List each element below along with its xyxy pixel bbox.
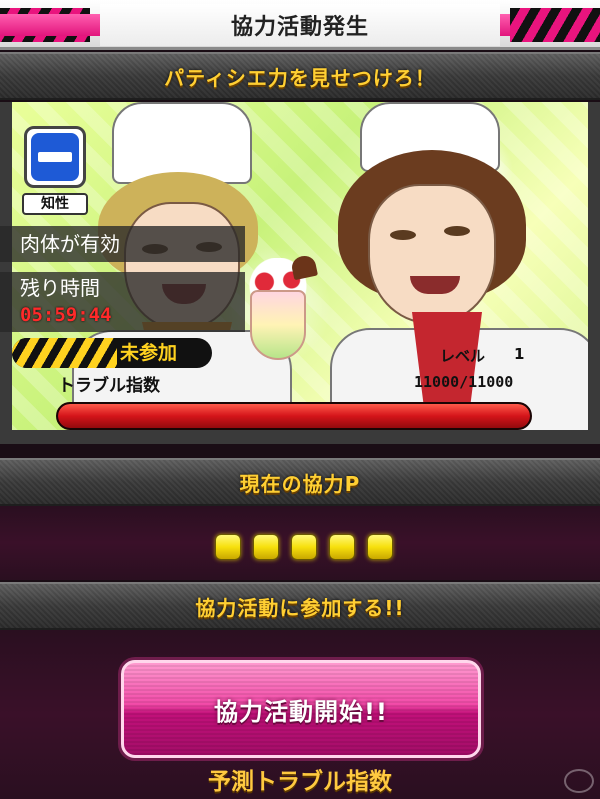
coop-point-pip — [329, 534, 355, 560]
intellect-no-entry-icon — [24, 126, 86, 188]
trouble-index-bar — [56, 402, 532, 430]
time-label: 残り時間 — [20, 276, 100, 300]
right-chef-face — [368, 184, 496, 324]
coop-points-title: 現在の協力P — [239, 471, 361, 496]
coop-point-pip — [253, 534, 279, 560]
trouble-index-bar-fill — [58, 404, 530, 428]
header-stripe-right — [510, 8, 600, 42]
attribute-icon-bar — [38, 152, 72, 162]
coop-point-pip — [367, 534, 393, 560]
forecast-trouble-label: 予測トラブル指数 — [208, 769, 392, 795]
coop-points-header: 現在の協力P — [0, 458, 600, 506]
page-title: 協力活動発生 — [230, 15, 369, 40]
level-label: レベル — [440, 347, 486, 365]
trouble-index-value: 11000/11000 — [414, 373, 514, 391]
event-title: パティシエ力を見せつけろ！ — [164, 65, 436, 90]
effect-strip: 肉体が有効 — [0, 226, 245, 262]
participation-status-text: 未参加 — [120, 342, 178, 364]
coop-point-pip — [291, 534, 317, 560]
trouble-index-label: トラブル指数 — [58, 376, 160, 396]
level-value: 1 — [514, 345, 525, 363]
right-chef-eye-left — [390, 230, 416, 240]
start-coop-button-label: 協力活動開始!! — [214, 697, 388, 726]
parfait-glass — [250, 290, 306, 360]
coop-points-row — [215, 534, 393, 560]
attribute-icon-plate — [29, 131, 81, 183]
time-strip: 残り時間 05:59:44 — [0, 272, 245, 332]
join-title: 協力活動に参加する!! — [195, 595, 405, 620]
join-header: 協力活動に参加する!! — [0, 582, 600, 630]
time-value: 05:59:44 — [20, 304, 112, 326]
coop-point-pip — [215, 534, 241, 560]
attribute-label: 知性 — [22, 193, 88, 215]
header-title-box: 協力活動発生 — [100, 4, 500, 46]
participation-status-badge: 未参加 — [12, 338, 212, 368]
top-header: 協力活動発生 — [0, 0, 600, 50]
start-coop-button[interactable]: 協力活動開始!! — [121, 660, 481, 758]
event-title-bar: パティシエ力を見せつけろ！ — [0, 52, 600, 100]
hazard-stripes — [12, 338, 117, 368]
right-chef-eye-right — [444, 226, 470, 236]
event-frame-bottom — [12, 430, 588, 444]
watermark-logo — [564, 769, 594, 793]
